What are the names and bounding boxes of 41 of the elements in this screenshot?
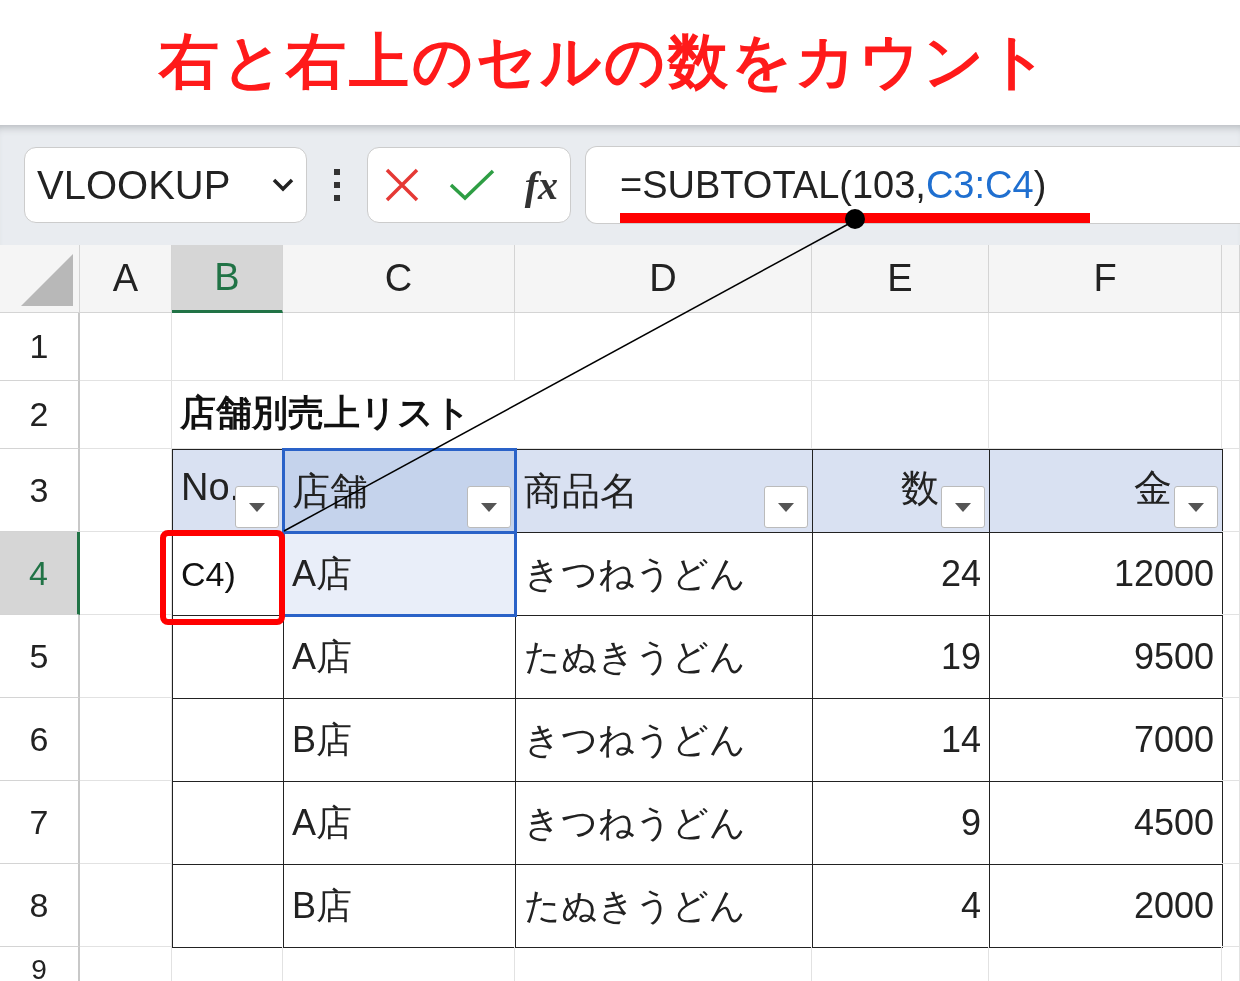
grid-cell [1222, 313, 1240, 381]
row-header[interactable]: 6 [0, 698, 80, 781]
column-header[interactable]: E [812, 245, 989, 313]
filter-button[interactable] [235, 486, 279, 528]
column-title: 数 [901, 465, 939, 511]
row-header[interactable]: 2 [0, 381, 80, 449]
filter-button[interactable] [467, 486, 511, 528]
row-header[interactable]: 4 [0, 532, 80, 615]
sheet-title: 店舗別売上リスト [180, 391, 471, 435]
check-icon[interactable] [449, 169, 496, 201]
insert-function-button[interactable]: fx [524, 161, 558, 209]
row-header[interactable]: 7 [0, 781, 80, 864]
table-cell: A店 [283, 532, 516, 616]
filter-button[interactable] [764, 486, 808, 528]
annotation-title: 右と右上のセルの数をカウント [159, 27, 1052, 97]
filter-button[interactable] [941, 486, 985, 528]
column-header[interactable]: C [283, 245, 515, 313]
row-header[interactable]: 8 [0, 864, 80, 947]
row-header[interactable]: 1 [0, 313, 80, 381]
cancel-icon[interactable] [384, 167, 420, 203]
column-header[interactable]: B [172, 245, 283, 313]
column-title: No. [181, 466, 241, 509]
caret-icon [481, 502, 497, 512]
name-box[interactable]: VLOOKUP [24, 147, 307, 223]
table-cell: 2000 [989, 864, 1223, 948]
formula-field[interactable]: =SUBTOTAL(103,C3:C4) [585, 146, 1240, 224]
caret-icon [955, 502, 971, 512]
column-header[interactable]: A [80, 245, 172, 313]
caret-icon [1188, 502, 1204, 512]
column-header[interactable]: F [989, 245, 1222, 313]
column-title: 商品名 [524, 469, 638, 514]
caret-icon [778, 502, 794, 512]
row-header[interactable]: 5 [0, 615, 80, 698]
more-options-icon[interactable] [333, 168, 341, 202]
row-header[interactable]: 3 [0, 449, 80, 532]
chevron-down-icon [272, 178, 294, 192]
caret-icon [249, 502, 265, 512]
grid-cell [1222, 381, 1240, 449]
column-title: 金 [1134, 465, 1172, 511]
filter-button[interactable] [1174, 486, 1218, 528]
column-header[interactable]: D [515, 245, 812, 313]
